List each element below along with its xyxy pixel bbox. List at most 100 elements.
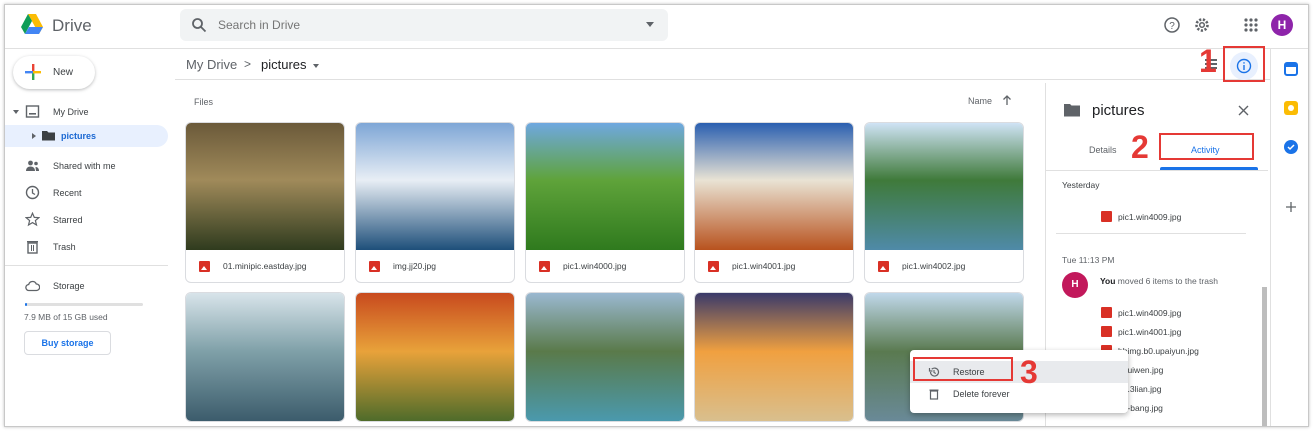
image-file-icon <box>1101 307 1112 318</box>
file-tile[interactable]: pic1.win4000.jpg <box>525 122 685 283</box>
sort-by-name-button[interactable]: Name <box>968 95 1011 106</box>
file-thumbnail[interactable] <box>695 123 853 250</box>
file-name: pic1.win4002.jpg <box>902 261 966 271</box>
panel-tabs-divider <box>1046 170 1268 171</box>
sidebar-label: Trash <box>53 242 76 252</box>
settings-gear-icon[interactable] <box>1192 15 1212 35</box>
app-name: Drive <box>52 16 92 35</box>
file-thumbnail[interactable] <box>865 123 1023 250</box>
trash-icon <box>929 389 939 400</box>
file-tile[interactable]: 01.minipic.eastday.jpg <box>185 122 345 283</box>
cloud-icon <box>25 280 40 292</box>
sidebar-label: Recent <box>53 188 82 198</box>
svg-text:?: ? <box>1169 21 1175 32</box>
activity-file-name: pic1.win4009.jpg <box>1118 308 1182 318</box>
image-file-icon <box>878 261 889 272</box>
sidebar-item-starred[interactable]: Starred <box>5 209 170 231</box>
storage-usage-text: 7.9 MB of 15 GB used <box>24 312 108 322</box>
file-name: pic1.win4000.jpg <box>563 261 627 271</box>
account-avatar[interactable]: H <box>1271 14 1293 36</box>
activity-group-date: Tue 11:13 PM <box>1062 255 1115 265</box>
file-tile[interactable] <box>694 292 854 422</box>
file-tile[interactable]: pic1.win4001.jpg <box>694 122 854 283</box>
image-file-icon <box>1101 211 1112 222</box>
new-button[interactable]: New <box>13 56 95 89</box>
apps-grid-icon[interactable] <box>1241 15 1261 35</box>
drive-logo-icon[interactable] <box>21 14 43 34</box>
header-divider <box>175 79 1270 80</box>
tasks-icon[interactable] <box>1284 140 1298 154</box>
file-tile[interactable] <box>525 292 685 422</box>
people-icon <box>26 160 39 171</box>
calendar-icon[interactable] <box>1284 62 1298 76</box>
new-button-label: New <box>53 67 74 78</box>
search-icon[interactable] <box>191 17 207 33</box>
my-drive-icon <box>25 105 40 118</box>
file-caption: pic1.win4002.jpg <box>865 250 1023 282</box>
sidebar-item-storage[interactable]: Storage <box>5 275 170 297</box>
file-tile[interactable] <box>185 292 345 422</box>
calendar-icon-header <box>1286 64 1296 67</box>
search-box[interactable] <box>180 9 668 41</box>
buy-storage-button[interactable]: Buy storage <box>24 331 111 355</box>
tab-details[interactable]: Details <box>1089 145 1117 155</box>
file-tile[interactable]: pic1.win4002.jpg <box>864 122 1024 283</box>
drive-window: Drive ? H <box>4 4 1309 427</box>
file-thumbnail[interactable] <box>526 123 684 250</box>
add-addon-icon[interactable] <box>1285 201 1297 213</box>
sidebar-label: Storage <box>53 281 85 291</box>
sidebar-item-shared[interactable]: Shared with me <box>5 155 170 177</box>
file-thumbnail[interactable] <box>186 293 344 421</box>
file-name: pic1.win4001.jpg <box>732 261 796 271</box>
file-thumbnail[interactable] <box>526 293 684 421</box>
activity-user-avatar: H <box>1062 272 1088 298</box>
help-icon[interactable]: ? <box>1162 15 1182 35</box>
file-thumbnail[interactable] <box>356 123 514 250</box>
keep-icon[interactable] <box>1284 101 1298 115</box>
top-bar: Drive ? H <box>5 5 1308 49</box>
search-options-icon[interactable] <box>646 22 654 27</box>
breadcrumb-separator: > <box>244 57 252 71</box>
panel-scrollbar[interactable] <box>1262 287 1267 426</box>
file-name: 01.minipic.eastday.jpg <box>223 261 307 271</box>
storage-usage-fill <box>25 303 27 306</box>
file-tile[interactable] <box>355 292 515 422</box>
expand-caret-icon[interactable] <box>32 133 36 139</box>
sidebar-label: Shared with me <box>53 161 116 171</box>
sidebar-item-recent[interactable]: Recent <box>5 182 170 204</box>
sidebar-item-pictures[interactable]: pictures <box>5 125 168 147</box>
file-caption: img.jj20.jpg <box>356 250 514 282</box>
file-thumbnail[interactable] <box>186 123 344 250</box>
close-icon[interactable] <box>1238 105 1249 116</box>
activity-file-name: bbimg.b0.upaiyun.jpg <box>1118 346 1199 356</box>
check-icon <box>1287 144 1295 151</box>
image-file-icon <box>539 261 550 272</box>
sort-label: Name <box>968 96 993 106</box>
image-file-icon <box>369 261 380 272</box>
folder-menu-caret-icon[interactable] <box>313 64 319 68</box>
image-file-icon <box>708 261 719 272</box>
files-section-title: Files <box>194 97 214 107</box>
file-caption: 01.minipic.eastday.jpg <box>186 250 344 282</box>
sidebar-label: pictures <box>61 131 97 141</box>
annotation-box-activity <box>1159 133 1254 160</box>
image-file-icon <box>199 261 210 272</box>
file-name: img.jj20.jpg <box>393 261 436 271</box>
file-thumbnail[interactable] <box>356 293 514 421</box>
delete-forever-menu-item[interactable]: Delete forever <box>910 383 1128 405</box>
plus-icon <box>25 64 41 80</box>
keep-icon-bulb <box>1288 105 1294 111</box>
file-thumbnail[interactable] <box>695 293 853 421</box>
activity-group-date: Yesterday <box>1062 180 1100 190</box>
sidebar-label: My Drive <box>53 107 89 117</box>
sidebar-item-trash[interactable]: Trash <box>5 236 170 258</box>
sidebar-item-my-drive[interactable]: My Drive <box>5 101 170 123</box>
file-tile[interactable]: img.jj20.jpg <box>355 122 515 283</box>
annotation-number-1: 1 <box>1199 43 1217 79</box>
search-input[interactable] <box>218 15 618 35</box>
breadcrumb-root[interactable]: My Drive <box>186 57 237 72</box>
expand-caret-icon[interactable] <box>13 110 19 114</box>
breadcrumb-current[interactable]: pictures <box>261 57 307 72</box>
sidebar-divider <box>5 265 168 266</box>
folder-icon <box>1064 104 1080 117</box>
